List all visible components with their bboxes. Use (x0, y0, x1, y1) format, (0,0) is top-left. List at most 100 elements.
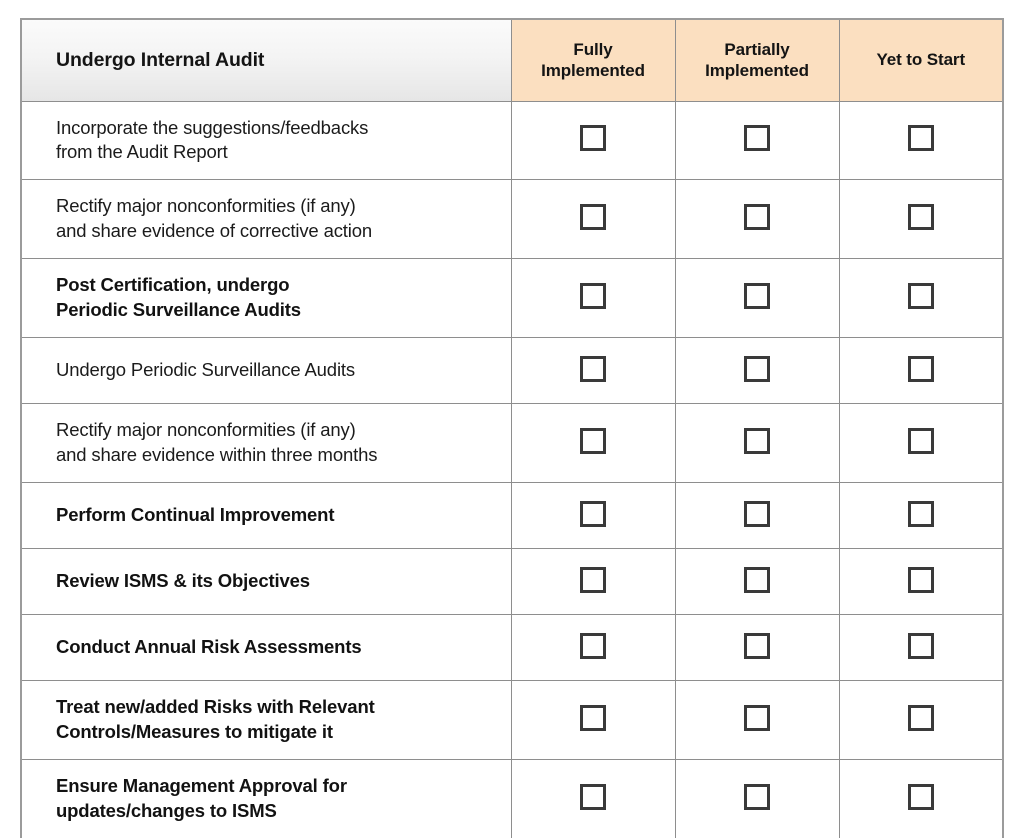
checkbox-cell-fully-implemented[interactable] (510, 403, 676, 484)
checkbox-cell-fully-implemented[interactable] (510, 614, 676, 682)
checkbox-yet-to-start[interactable] (907, 632, 934, 659)
table-row: Undergo Periodic Surveillance Audits (20, 337, 1004, 405)
task-cell: Rectify major nonconformities (if any) an… (20, 179, 512, 260)
task-label-line1: Rectify major nonconformities (if any) (56, 195, 356, 217)
checkbox-cell-fully-implemented[interactable] (510, 482, 676, 550)
checkbox-cell-partially-implemented[interactable] (674, 759, 840, 838)
checkbox-partially-implemented[interactable] (744, 500, 770, 527)
task-label-line1: Treat new/added Risks with Relevant (56, 696, 375, 718)
task-cell: Rectify major nonconformities (if any) an… (20, 403, 512, 484)
checkbox-cell-yet-to-start[interactable] (838, 179, 1004, 260)
checkbox-yet-to-start[interactable] (907, 500, 934, 527)
checkbox-fully-implemented[interactable] (580, 705, 606, 732)
column-header-fully-implemented-line1: Fully (573, 39, 613, 59)
checkbox-partially-implemented[interactable] (744, 705, 770, 732)
checkbox-fully-implemented[interactable] (580, 500, 606, 527)
checkbox-yet-to-start[interactable] (907, 784, 934, 811)
task-cell: Review ISMS & its Objectives (20, 548, 512, 616)
table-row: Post Certification, undergo Periodic Surv… (20, 258, 1004, 339)
column-header-partially-implemented-line2: Implemented (705, 61, 809, 81)
checkbox-yet-to-start[interactable] (907, 566, 934, 593)
checkbox-cell-partially-implemented[interactable] (674, 258, 840, 339)
header-row: Undergo Internal Audit Fully Implemented… (20, 18, 1004, 102)
table-row: Rectify major nonconformities (if any) an… (20, 403, 1004, 484)
checkbox-fully-implemented[interactable] (580, 283, 606, 310)
checkbox-fully-implemented[interactable] (580, 784, 606, 811)
table-row: Review ISMS & its Objectives (20, 548, 1004, 616)
checkbox-partially-implemented[interactable] (744, 784, 770, 811)
checkbox-fully-implemented[interactable] (580, 204, 606, 231)
task-label-line1: Ensure Management Approval for (56, 775, 347, 797)
column-header-partially-implemented: Partially Implemented (674, 18, 840, 102)
checkbox-cell-yet-to-start[interactable] (838, 614, 1004, 682)
task-cell: Incorporate the suggestions/feedbacks fro… (20, 100, 512, 181)
checkbox-cell-fully-implemented[interactable] (510, 258, 676, 339)
checkbox-cell-partially-implemented[interactable] (674, 179, 840, 260)
task-label-line1: Perform Continual Improvement (56, 504, 335, 526)
task-label-line1: Undergo Periodic Surveillance Audits (56, 359, 355, 381)
task-label-line2: Controls/Measures to mitigate it (56, 721, 333, 743)
task-cell: Conduct Annual Risk Assessments (20, 614, 512, 682)
checkbox-cell-fully-implemented[interactable] (510, 680, 676, 761)
checkbox-partially-implemented[interactable] (744, 632, 770, 659)
checkbox-cell-fully-implemented[interactable] (510, 548, 676, 616)
checkbox-fully-implemented[interactable] (580, 355, 606, 382)
checkbox-cell-yet-to-start[interactable] (838, 337, 1004, 405)
task-label-line2: updates/changes to ISMS (56, 800, 277, 822)
checkbox-fully-implemented[interactable] (580, 125, 606, 152)
table-row: Incorporate the suggestions/feedbacks fro… (20, 100, 1004, 181)
checkbox-yet-to-start[interactable] (907, 204, 934, 231)
table-row: Conduct Annual Risk Assessments (20, 614, 1004, 682)
task-label-line1: Conduct Annual Risk Assessments (56, 636, 362, 658)
checkbox-fully-implemented[interactable] (580, 428, 606, 455)
task-cell: Perform Continual Improvement (20, 482, 512, 550)
checkbox-cell-partially-implemented[interactable] (674, 614, 840, 682)
checkbox-yet-to-start[interactable] (907, 428, 934, 455)
checkbox-fully-implemented[interactable] (580, 566, 606, 593)
checkbox-cell-yet-to-start[interactable] (838, 548, 1004, 616)
audit-checklist-table: Undergo Internal Audit Fully Implemented… (20, 18, 1004, 838)
checkbox-cell-fully-implemented[interactable] (510, 337, 676, 405)
task-label-line1: Rectify major nonconformities (if any) (56, 419, 356, 441)
checkbox-yet-to-start[interactable] (907, 705, 934, 732)
checkbox-cell-partially-implemented[interactable] (674, 100, 840, 181)
checkbox-cell-fully-implemented[interactable] (510, 100, 676, 181)
checkbox-cell-partially-implemented[interactable] (674, 337, 840, 405)
checkbox-partially-implemented[interactable] (744, 355, 770, 382)
checkbox-cell-fully-implemented[interactable] (510, 179, 676, 260)
checkbox-cell-yet-to-start[interactable] (838, 759, 1004, 838)
checkbox-yet-to-start[interactable] (907, 355, 934, 382)
column-header-fully-implemented-line2: Implemented (541, 61, 645, 81)
checkbox-partially-implemented[interactable] (744, 566, 770, 593)
task-label-line2: Periodic Surveillance Audits (56, 299, 301, 321)
column-header-yet-to-start-line1: Yet to Start (876, 50, 966, 70)
column-header-fully-implemented: Fully Implemented (510, 18, 676, 102)
checkbox-partially-implemented[interactable] (744, 125, 770, 152)
checkbox-partially-implemented[interactable] (744, 283, 770, 310)
document-page: Undergo Internal Audit Fully Implemented… (0, 0, 1024, 838)
checkbox-cell-partially-implemented[interactable] (674, 548, 840, 616)
checkbox-cell-yet-to-start[interactable] (838, 482, 1004, 550)
task-label-line1: Post Certification, undergo (56, 274, 290, 296)
checkbox-cell-partially-implemented[interactable] (674, 482, 840, 550)
table-row: Perform Continual Improvement (20, 482, 1004, 550)
task-cell: Post Certification, undergo Periodic Surv… (20, 258, 512, 339)
table-row: Ensure Management Approval for updates/ch… (20, 759, 1004, 838)
table-row: Treat new/added Risks with Relevant Contr… (20, 680, 1004, 761)
checkbox-yet-to-start[interactable] (907, 283, 934, 310)
task-cell: Undergo Periodic Surveillance Audits (20, 337, 512, 405)
task-label-line2: and share evidence within three months (56, 444, 378, 466)
column-header-partially-implemented-line1: Partially (724, 39, 790, 59)
checkbox-cell-partially-implemented[interactable] (674, 403, 840, 484)
checkbox-partially-implemented[interactable] (744, 204, 770, 231)
checkbox-partially-implemented[interactable] (744, 428, 770, 455)
column-header-task: Undergo Internal Audit (20, 18, 512, 102)
checkbox-cell-yet-to-start[interactable] (838, 100, 1004, 181)
checkbox-cell-yet-to-start[interactable] (838, 403, 1004, 484)
checkbox-cell-yet-to-start[interactable] (838, 680, 1004, 761)
checkbox-cell-yet-to-start[interactable] (838, 258, 1004, 339)
checkbox-cell-partially-implemented[interactable] (674, 680, 840, 761)
checkbox-cell-fully-implemented[interactable] (510, 759, 676, 838)
checkbox-yet-to-start[interactable] (907, 125, 934, 152)
checkbox-fully-implemented[interactable] (580, 632, 606, 659)
